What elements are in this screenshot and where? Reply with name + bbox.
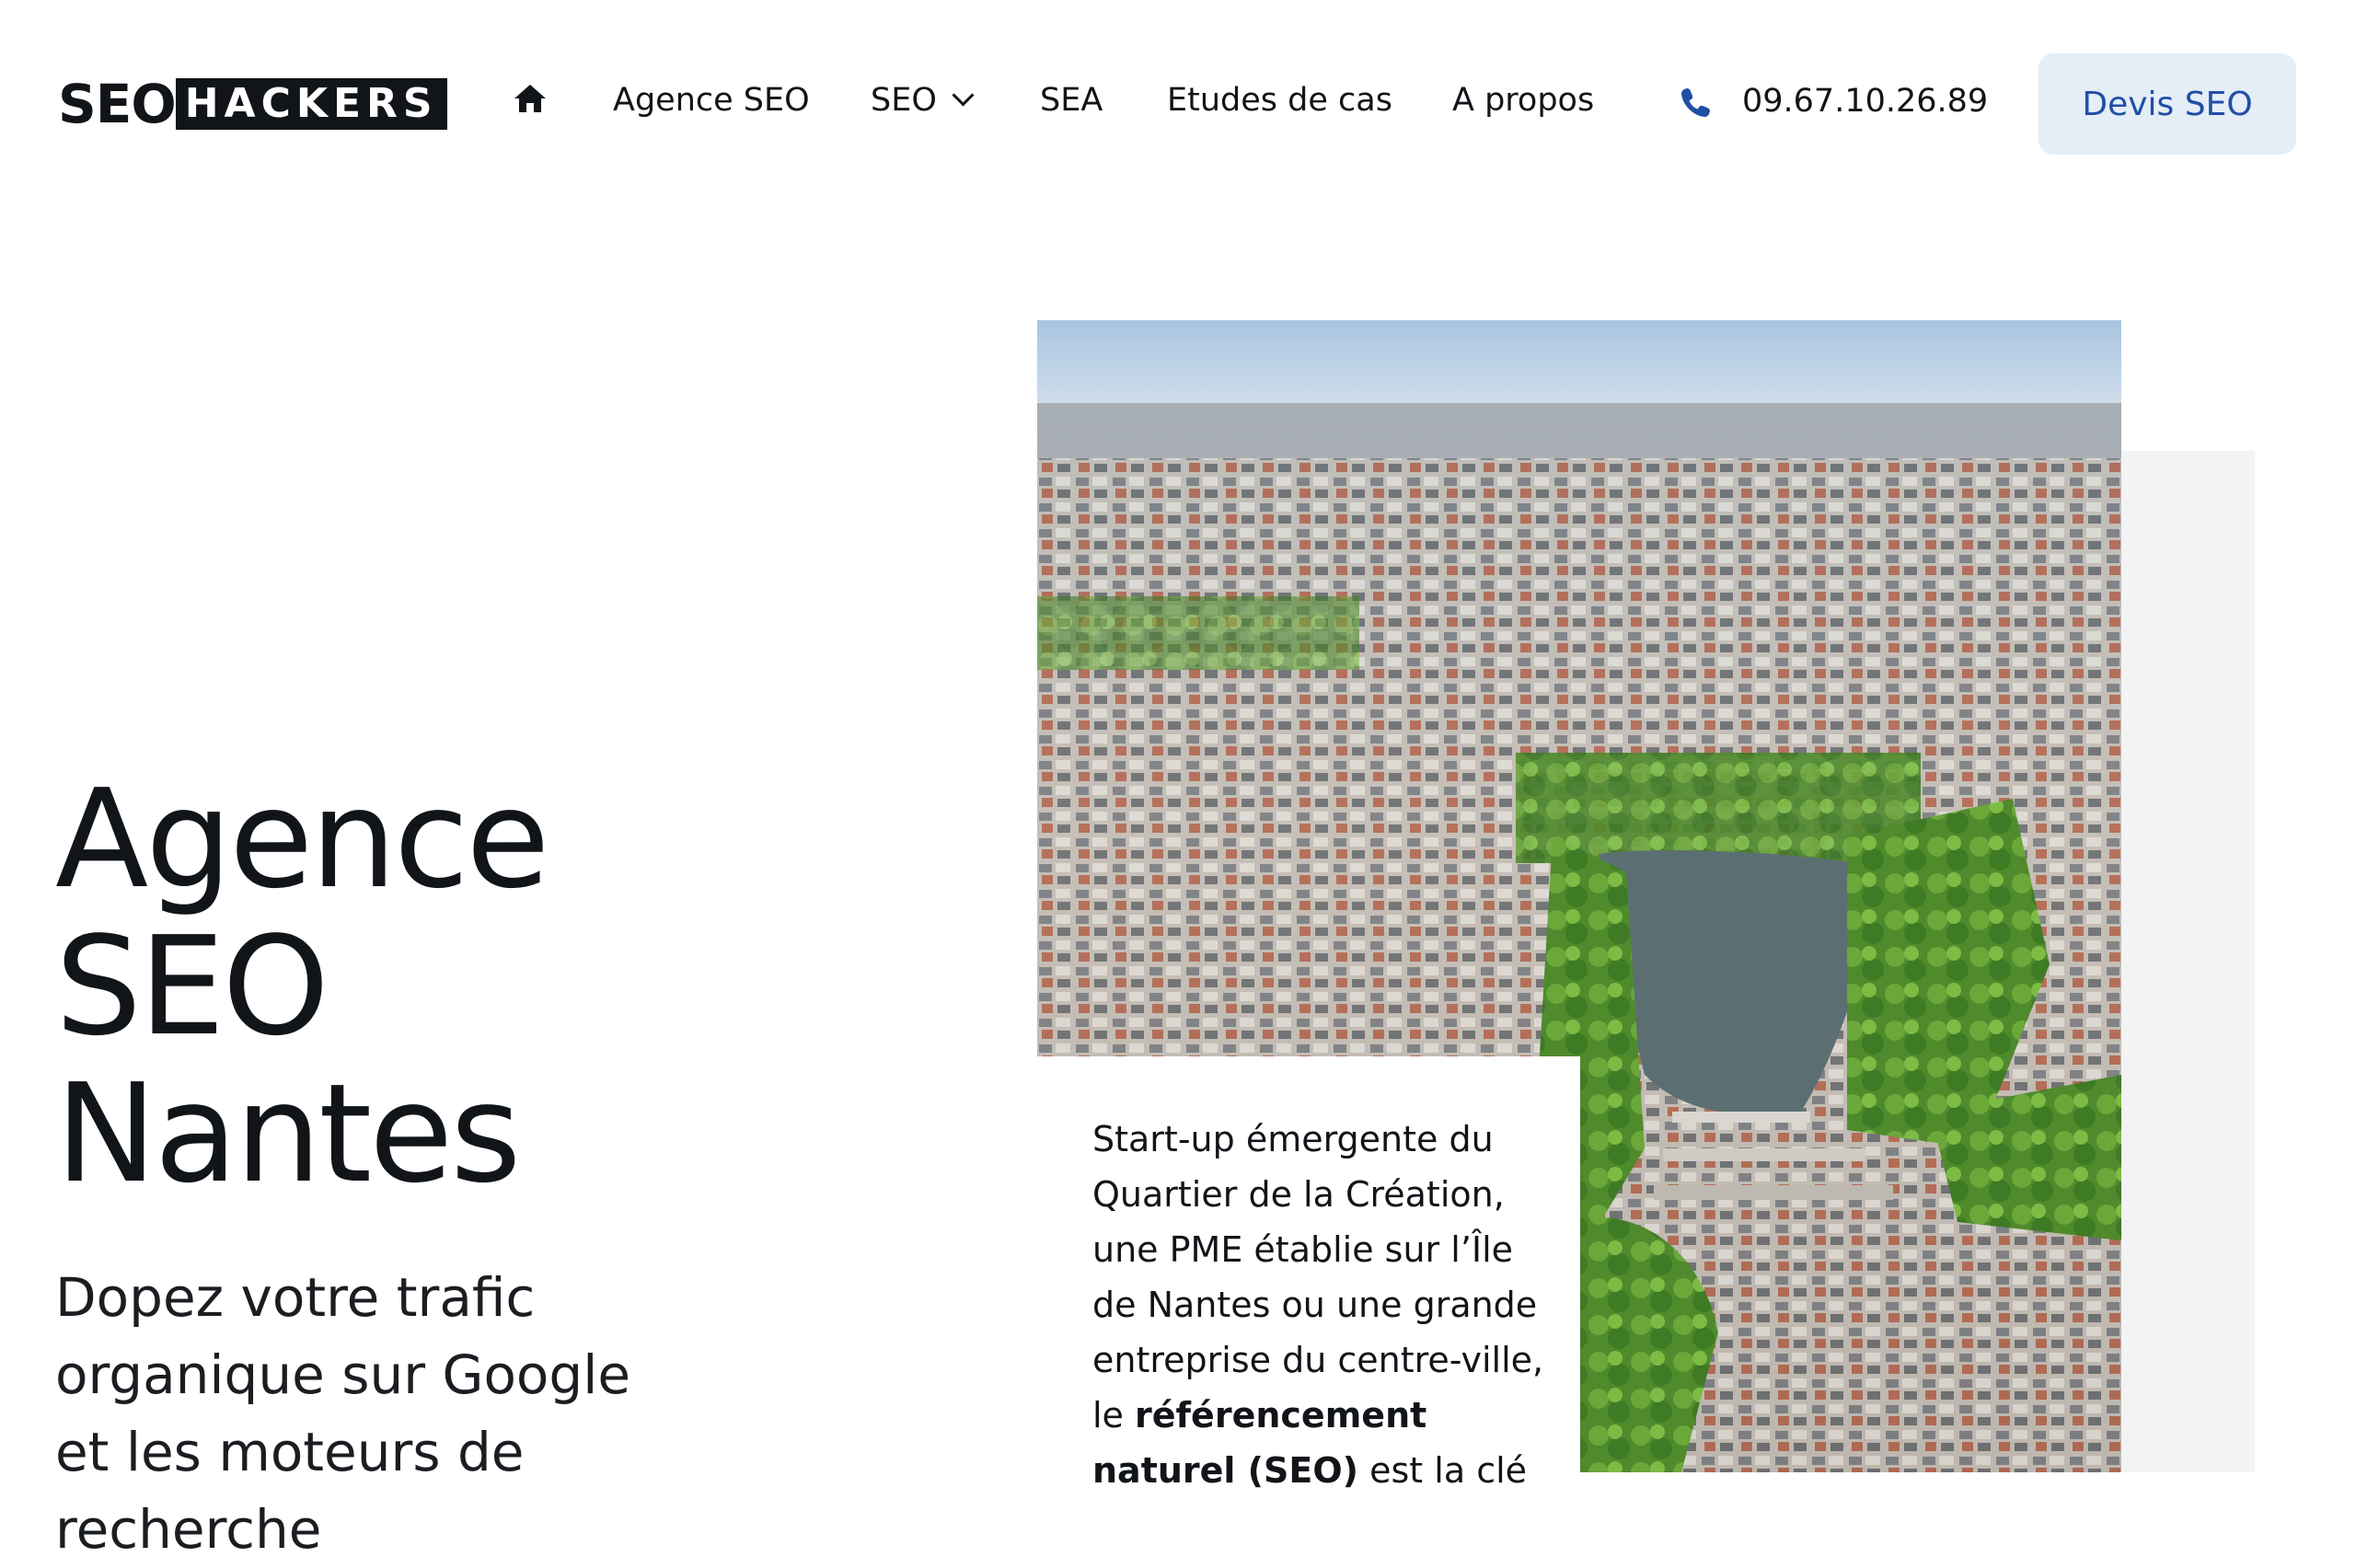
intro-card: Start-up émergente du Quartier de la Cré… xyxy=(1037,1056,1580,1491)
nav-etudes-de-cas[interactable]: Etudes de cas xyxy=(1167,77,1392,123)
nav-seo-dropdown[interactable]: SEO xyxy=(871,77,975,123)
logo-hackers-text: HACKERS xyxy=(175,78,447,130)
nav-label: Etudes de cas xyxy=(1167,82,1392,119)
phone-icon[interactable] xyxy=(1680,86,1712,118)
nav-label: SEO xyxy=(871,82,937,119)
nav-label: SEA xyxy=(1040,82,1103,119)
intro-text: Start-up émergente du Quartier de la Cré… xyxy=(1092,1112,1553,1498)
nav-agence-seo[interactable]: Agence SEO xyxy=(613,77,810,123)
logo[interactable]: SEO HACKERS xyxy=(58,76,447,132)
title-line: SEO xyxy=(55,907,329,1066)
intro-text-part: Start-up émergente du Quartier de la Cré… xyxy=(1092,1119,1544,1435)
hero-subtitle: Dopez votre trafic organique sur Google … xyxy=(55,1266,631,1561)
page-title: Agence SEO Nantes xyxy=(55,760,549,1213)
logo-seo-text: SEO xyxy=(58,73,177,135)
decorative-panel xyxy=(2117,451,2255,1472)
title-line: Nantes xyxy=(55,1055,521,1213)
phone-number[interactable]: 09.67.10.26.89 xyxy=(1742,78,1988,124)
home-icon[interactable] xyxy=(513,83,548,114)
nav-label: Agence SEO xyxy=(613,82,810,119)
nav-sea[interactable]: SEA xyxy=(1040,77,1103,123)
nav-a-propos[interactable]: A propos xyxy=(1452,77,1594,123)
site-header: SEO HACKERS Agence SEO SEO SEA Etudes de… xyxy=(0,0,2356,202)
nav-label: A propos xyxy=(1452,82,1595,119)
devis-seo-button[interactable]: Devis SEO xyxy=(2038,53,2296,155)
chevron-down-icon xyxy=(952,84,975,107)
intro-text-part: est la clé xyxy=(1358,1450,1528,1491)
title-line: Agence xyxy=(55,760,549,918)
